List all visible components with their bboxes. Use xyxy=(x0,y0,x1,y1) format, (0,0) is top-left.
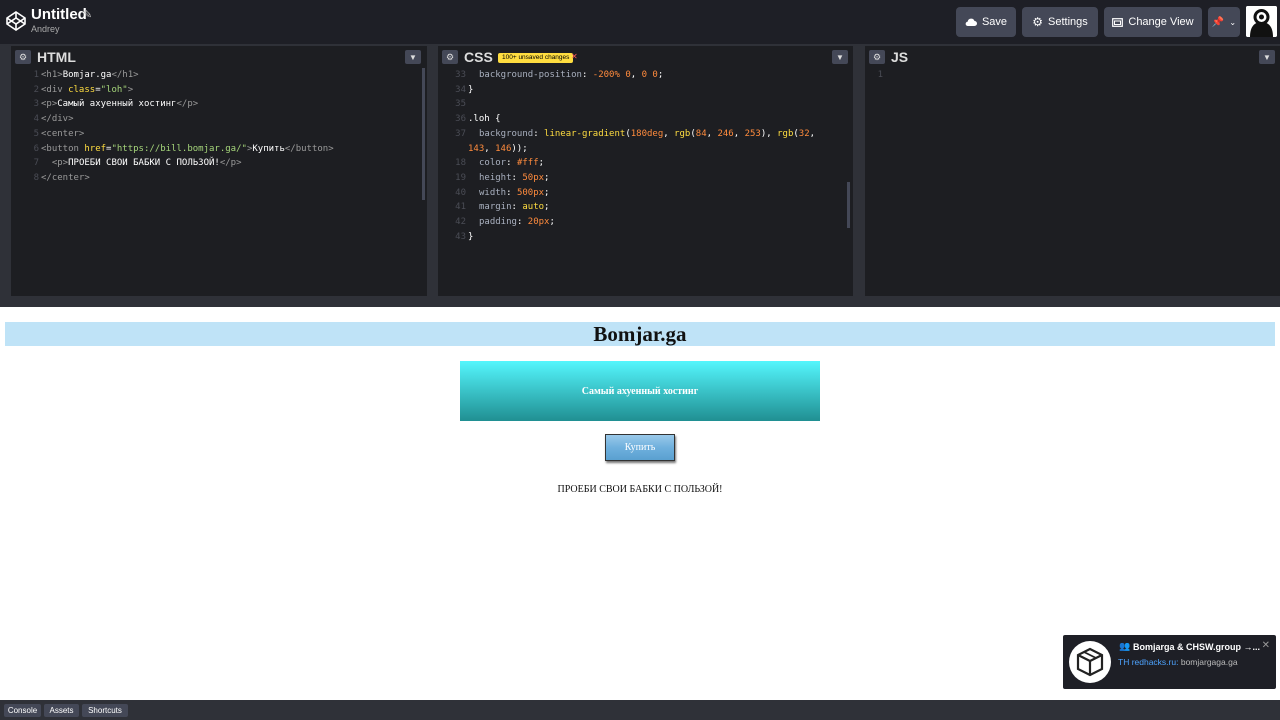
resize-divider[interactable] xyxy=(0,296,1280,307)
js-pane-header: ⚙ JS ▼ xyxy=(865,44,1280,66)
preview-paragraph: ПРОЕБИ СВОИ БАБКИ С ПОЛЬЗОЙ! xyxy=(557,484,723,495)
notification-subtitle: TH redhacks.ru: bomjargaga.ga xyxy=(1118,657,1238,667)
gear-icon: ⚙ xyxy=(1032,15,1043,29)
js-chevron-down-icon[interactable]: ▼ xyxy=(1259,50,1275,64)
close-icon[interactable]: ✕ xyxy=(1262,640,1270,651)
css-scrollbar[interactable] xyxy=(847,182,850,228)
css-settings-gear-icon[interactable]: ⚙ xyxy=(442,50,458,64)
top-bar: Untitled ✎ Andrey Save ⚙ Settings Change… xyxy=(0,0,1280,44)
window-icon xyxy=(1112,17,1124,27)
settings-button[interactable]: ⚙ Settings xyxy=(1022,7,1098,37)
avatar-icon xyxy=(1246,6,1277,37)
js-settings-gear-icon[interactable]: ⚙ xyxy=(869,50,885,64)
html-chevron-down-icon[interactable]: ▼ xyxy=(405,50,421,64)
box-icon xyxy=(1076,647,1104,677)
notification-title: Bomjarga & CHSW.group →... xyxy=(1133,642,1261,652)
js-pane-label: JS xyxy=(891,49,909,65)
notification-avatar xyxy=(1069,641,1111,683)
save-label: Save xyxy=(981,16,1008,28)
pin-icon: 📌 xyxy=(1211,16,1225,28)
notification-popup[interactable]: 👥 Bomjarga & CHSW.group →... ✕ TH redhac… xyxy=(1063,635,1276,689)
preview-box-text: Самый ахуенный хостинг xyxy=(581,385,699,397)
unsaved-changes-badge[interactable]: 100+ unsaved changes xyxy=(498,53,574,63)
preview-heading: Bomjar.ga xyxy=(5,322,1275,346)
codepen-logo-icon[interactable] xyxy=(6,11,26,31)
chevron-down-icon: ⌄ xyxy=(1229,17,1237,27)
avatar[interactable] xyxy=(1246,6,1277,37)
users-icon: 👥 xyxy=(1119,641,1131,651)
html-pane-header: ⚙ HTML ▼ xyxy=(11,44,427,66)
buy-button[interactable]: Купить xyxy=(605,434,675,461)
close-icon[interactable]: ✕ xyxy=(571,52,578,61)
pen-title[interactable]: Untitled xyxy=(31,6,87,23)
html-pane[interactable]: ⚙ HTML ▼ 1 <h1>Bomjar.ga</h1> 2 <div class… xyxy=(11,44,427,296)
pencil-icon[interactable]: ✎ xyxy=(83,8,92,21)
console-button[interactable]: Console xyxy=(4,704,41,717)
css-pane[interactable]: ⚙ CSS 100+ unsaved changes ✕ ▼ 33 backgro… xyxy=(438,44,853,296)
css-pane-header: ⚙ CSS 100+ unsaved changes ✕ ▼ xyxy=(438,44,853,66)
html-scrollbar[interactable] xyxy=(422,68,425,200)
assets-button[interactable]: Assets xyxy=(44,704,79,717)
shortcuts-button[interactable]: Shortcuts xyxy=(82,704,128,717)
change-view-button[interactable]: Change View xyxy=(1104,7,1202,37)
js-pane[interactable]: ⚙ JS ▼ 1 xyxy=(865,44,1280,296)
notification-prefix: TH redhacks.ru: xyxy=(1118,657,1179,667)
editor-area: ⚙ HTML ▼ 1 <h1>Bomjar.ga</h1> 2 <div class… xyxy=(0,44,1280,296)
change-view-label: Change View xyxy=(1128,16,1194,28)
css-chevron-down-icon[interactable]: ▼ xyxy=(832,50,848,64)
html-pane-label: HTML xyxy=(37,49,76,65)
notification-link[interactable]: bomjargaga.ga xyxy=(1181,657,1238,667)
save-button[interactable]: Save xyxy=(956,7,1016,37)
author-name[interactable]: Andrey xyxy=(31,24,60,34)
bottom-bar: Console Assets Shortcuts xyxy=(0,700,1280,720)
cloud-icon xyxy=(965,18,977,26)
settings-label: Settings xyxy=(1048,16,1088,28)
css-pane-label: CSS xyxy=(464,49,493,65)
preview-loh-box: Самый ахуенный хостинг xyxy=(460,361,820,421)
pin-button[interactable]: 📌 ⌄ xyxy=(1208,7,1240,37)
html-settings-gear-icon[interactable]: ⚙ xyxy=(15,50,31,64)
